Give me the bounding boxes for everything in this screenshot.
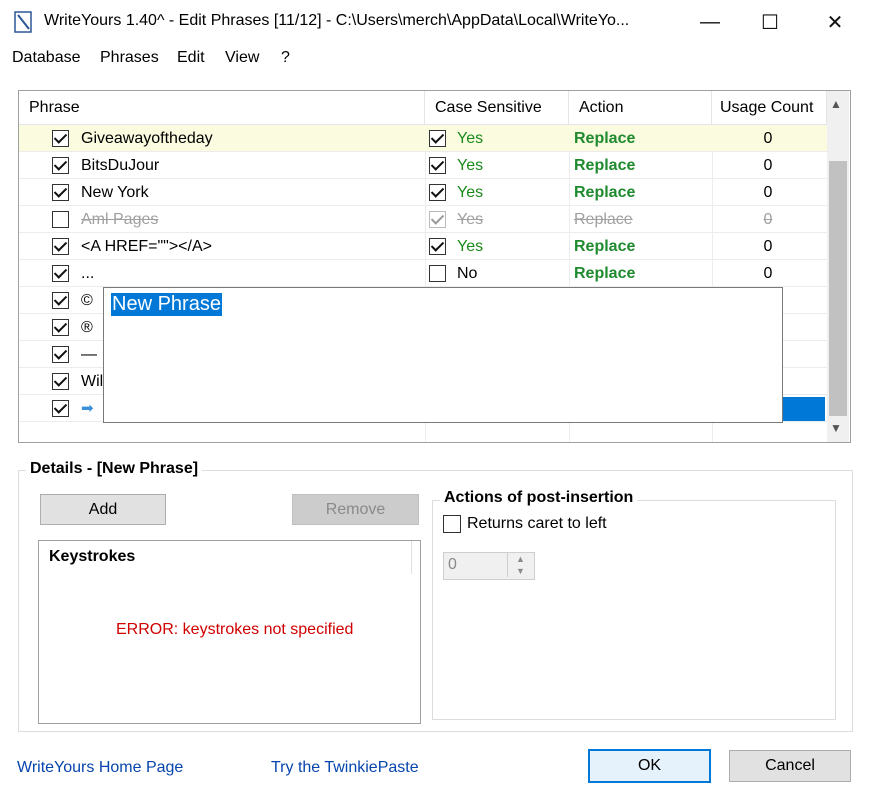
- ok-button[interactable]: OK: [588, 749, 711, 783]
- row-enabled-checkbox[interactable]: [52, 292, 69, 309]
- phrase-cell[interactable]: Aml Pages: [81, 206, 158, 233]
- table-row[interactable]: BitsDuJour Yes Replace 0: [19, 152, 827, 179]
- phrase-cell[interactable]: ...: [81, 260, 94, 287]
- row-enabled-checkbox[interactable]: [52, 184, 69, 201]
- maximize-button[interactable]: ☐: [740, 0, 800, 44]
- row-enabled-checkbox[interactable]: [52, 265, 69, 282]
- returns-caret-checkbox[interactable]: [443, 515, 461, 533]
- column-header-usage-count[interactable]: Usage Count: [712, 91, 827, 125]
- keystrokes-header: Keystrokes: [49, 548, 136, 565]
- phrase-cell[interactable]: BitsDuJour: [81, 152, 159, 179]
- close-button[interactable]: ✕: [805, 0, 865, 44]
- phrase-cell[interactable]: ©: [81, 287, 93, 314]
- new-phrase-text[interactable]: New Phrase: [111, 293, 222, 316]
- action-cell[interactable]: Replace: [574, 260, 635, 287]
- case-sensitive-value: Yes: [457, 238, 484, 255]
- phrase-cell[interactable]: Wil: [81, 368, 103, 395]
- column-header-case-sensitive[interactable]: Case Sensitive: [425, 91, 569, 125]
- row-enabled-checkbox[interactable]: [52, 238, 69, 255]
- action-cell[interactable]: Replace: [574, 125, 635, 152]
- maximize-icon: ☐: [761, 11, 779, 34]
- actions-title: Actions of post-insertion: [440, 489, 638, 507]
- action-cell[interactable]: Replace: [574, 179, 635, 206]
- returns-caret-label[interactable]: Returns caret to left: [467, 515, 607, 533]
- phrase-cell[interactable]: ®: [81, 314, 93, 341]
- action-cell[interactable]: Replace: [574, 233, 635, 260]
- menu-phrases[interactable]: Phrases: [100, 49, 159, 67]
- details-title: Details - [New Phrase]: [26, 460, 203, 478]
- menu-database[interactable]: Database: [12, 49, 81, 67]
- column-header-action[interactable]: Action: [569, 91, 712, 125]
- usage-count-cell: 0: [763, 184, 773, 201]
- case-sensitive-checkbox[interactable]: [429, 130, 446, 147]
- error-message: ERROR: keystrokes not specified: [116, 621, 354, 638]
- action-cell[interactable]: Replace: [574, 152, 635, 179]
- case-sensitive-value: Yes: [457, 130, 484, 147]
- table-row[interactable]: ... No Replace 0: [19, 260, 827, 287]
- actions-group: [432, 500, 836, 720]
- row-enabled-checkbox[interactable]: [52, 157, 69, 174]
- case-sensitive-value: Yes: [457, 184, 484, 201]
- table-row[interactable]: Aml Pages Yes Replace 0: [19, 206, 827, 233]
- row-enabled-checkbox[interactable]: [52, 130, 69, 147]
- remove-button[interactable]: Remove: [292, 494, 419, 525]
- window-title: WriteYours 1.40^ - Edit Phrases [11/12] …: [44, 12, 630, 29]
- home-page-link[interactable]: WriteYours Home Page: [17, 759, 183, 777]
- phrase-cell[interactable]: <A HREF=""></A>: [81, 233, 212, 260]
- menu-view[interactable]: View: [225, 49, 259, 67]
- case-sensitive-checkbox[interactable]: [429, 157, 446, 174]
- table-row[interactable]: <A HREF=""></A> Yes Replace 0: [19, 233, 827, 260]
- case-sensitive-value: Yes: [457, 157, 484, 174]
- new-row-arrow-icon[interactable]: ➡: [81, 395, 94, 422]
- cancel-button[interactable]: Cancel: [729, 750, 851, 782]
- table-row[interactable]: Giveawayoftheday Yes Replace 0: [19, 125, 827, 152]
- menu-edit[interactable]: Edit: [177, 49, 205, 67]
- usage-count-cell: 0: [763, 238, 773, 255]
- phrase-cell[interactable]: —: [81, 341, 97, 368]
- case-sensitive-value: Yes: [457, 211, 484, 228]
- keystrokes-header-divider: [411, 541, 412, 574]
- phrase-cell[interactable]: Giveawayoftheday: [81, 125, 213, 152]
- case-sensitive-value: No: [457, 265, 478, 282]
- row-enabled-checkbox[interactable]: [52, 319, 69, 336]
- caret-count-value: 0: [448, 556, 457, 573]
- app-icon: [14, 11, 32, 33]
- case-sensitive-checkbox[interactable]: [429, 211, 446, 228]
- minimize-button[interactable]: —: [680, 0, 740, 44]
- case-sensitive-checkbox[interactable]: [429, 265, 446, 282]
- usage-count-cell: 0: [763, 265, 773, 282]
- table-row[interactable]: New York Yes Replace 0: [19, 179, 827, 206]
- action-cell[interactable]: Replace: [574, 206, 633, 233]
- case-sensitive-checkbox[interactable]: [429, 184, 446, 201]
- new-phrase-editor[interactable]: New Phrase: [103, 287, 783, 423]
- usage-count-cell: 0: [763, 211, 773, 228]
- close-icon: ✕: [826, 11, 844, 34]
- twinkiepaste-link[interactable]: Try the TwinkiePaste: [271, 759, 419, 777]
- scroll-down-icon[interactable]: ▼: [830, 421, 842, 435]
- case-sensitive-checkbox[interactable]: [429, 238, 446, 255]
- menu-help[interactable]: ?: [281, 49, 290, 67]
- usage-count-cell: 0: [763, 157, 773, 174]
- row-enabled-checkbox[interactable]: [52, 211, 69, 228]
- column-header-phrase[interactable]: Phrase: [19, 91, 425, 125]
- scrollbar-thumb[interactable]: [829, 161, 847, 416]
- usage-count-cell: 0: [763, 130, 773, 147]
- selected-row-highlight: [780, 397, 825, 421]
- row-enabled-checkbox[interactable]: [52, 400, 69, 417]
- row-enabled-checkbox[interactable]: [52, 373, 69, 390]
- minimize-icon: —: [700, 10, 720, 33]
- row-enabled-checkbox[interactable]: [52, 346, 69, 363]
- scroll-up-icon[interactable]: ▲: [830, 97, 842, 111]
- phrase-cell[interactable]: New York: [81, 179, 149, 206]
- spinner-up-icon[interactable]: ▲: [516, 554, 525, 564]
- add-button[interactable]: Add: [40, 494, 166, 525]
- spinner-buttons[interactable]: ▲ ▼: [507, 553, 533, 577]
- spinner-down-icon[interactable]: ▼: [516, 566, 525, 576]
